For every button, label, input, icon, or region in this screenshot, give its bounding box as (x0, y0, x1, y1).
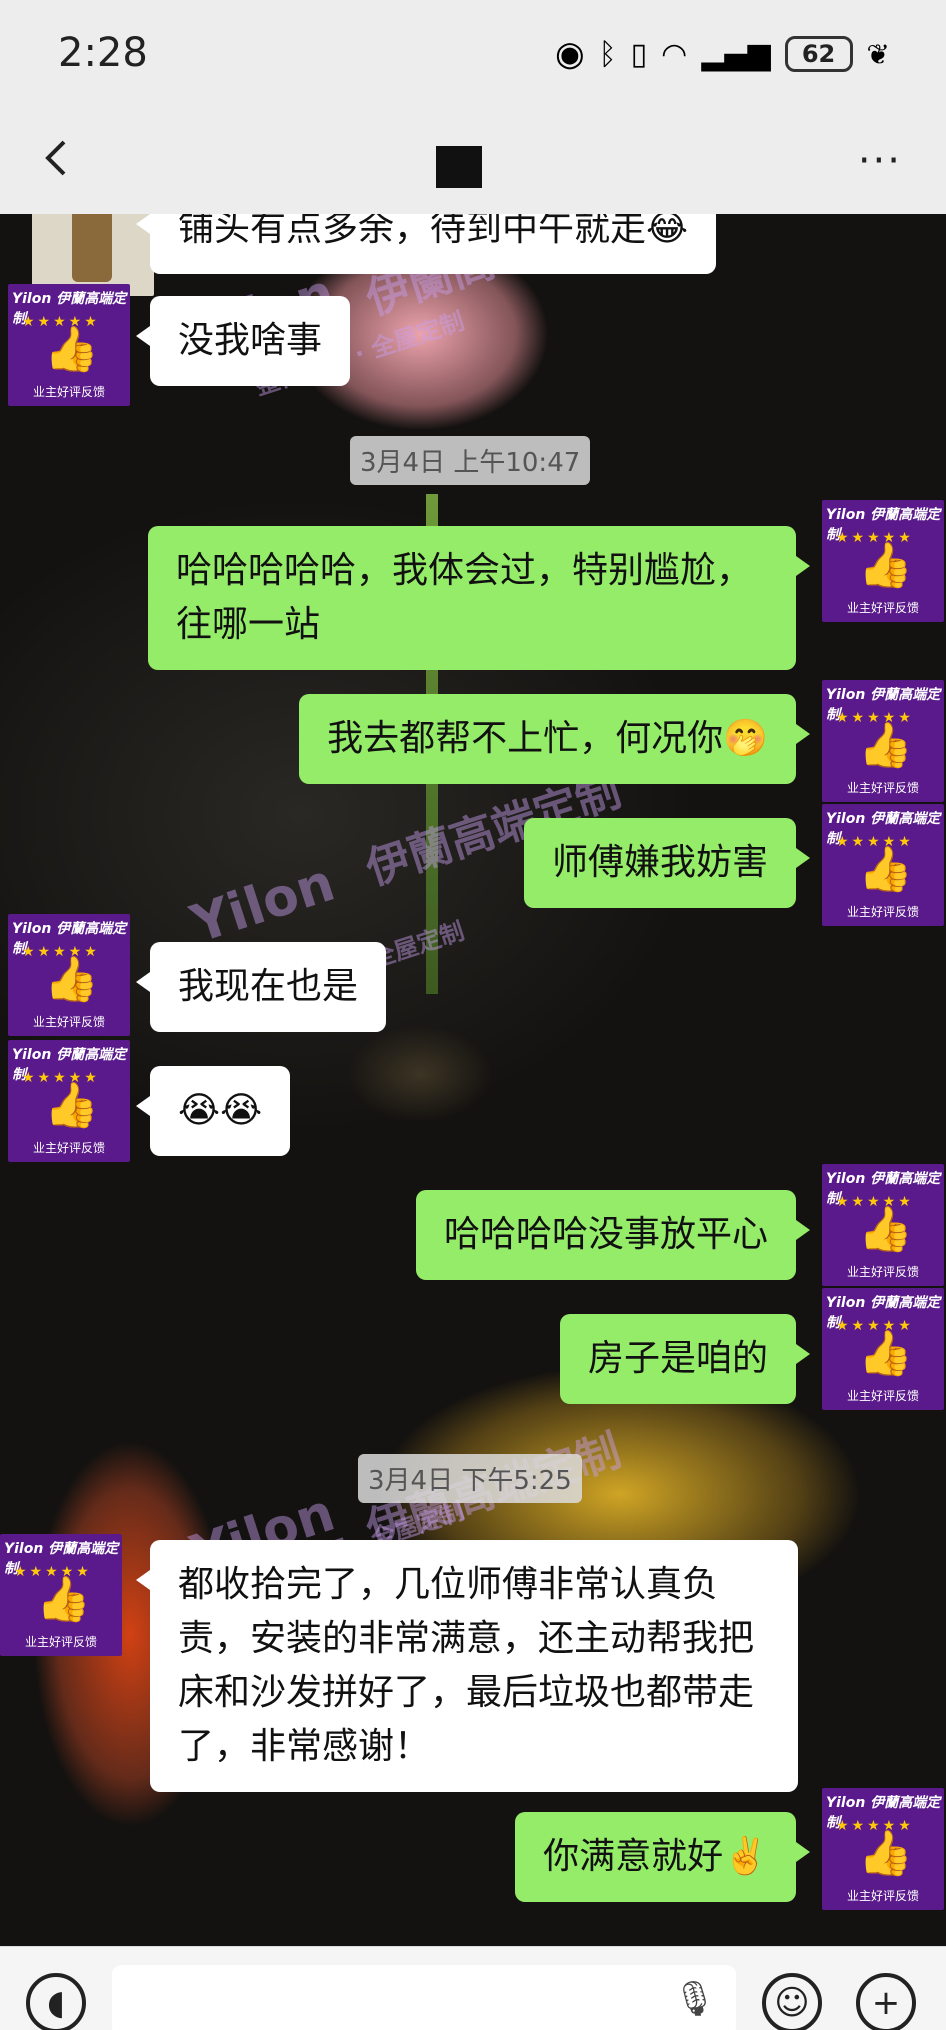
bluetooth-icon: ᛒ (598, 36, 617, 72)
thumbs-up-icon: 👍 (858, 1828, 913, 1879)
watermark: Yilon (184, 852, 342, 956)
timestamp: 3月4日 下午5:25 (358, 1454, 582, 1503)
message-bubble-out[interactable]: 哈哈哈哈没事放平心 (415, 1190, 811, 1280)
avatar[interactable]: Yilon 伊蘭高端定制 ★★★★★ 👍 业主好评反馈 (822, 804, 944, 926)
avatar-caption: 业主好评反馈 (32, 1015, 105, 1029)
battery-icon: 62 (784, 36, 853, 72)
avatar-caption: 业主好评反馈 (846, 1889, 919, 1903)
chat-header: ··· (0, 110, 946, 214)
person-figure (72, 214, 112, 282)
chat-title-redacted (436, 146, 482, 188)
eye-icon: ◉ (554, 34, 585, 74)
avatar-caption: 业主好评反馈 (24, 1635, 97, 1649)
message-bubble-in[interactable]: 都收拾完了，几位师傅非常认真负责，安装的非常满意，还主动帮我把床和沙发拼好了，最… (136, 1540, 798, 1792)
message-bubble-in[interactable]: 😭😭 (135, 1066, 291, 1156)
leaf-icon: ❦ (866, 37, 890, 71)
input-bar: ◖ 🎙 ☺ + (0, 1946, 946, 2030)
message-bubble-out[interactable]: 师傅嫌我妨害 (523, 818, 811, 908)
thumbs-up-icon: 👍 (44, 324, 99, 375)
avatar[interactable]: Yilon 伊蘭高端定制 ★★★★★ 👍 业主好评反馈 (822, 680, 944, 802)
avatar[interactable]: Yilon 伊蘭高端定制 ★★★★★ 👍 业主好评反馈 (8, 1040, 130, 1162)
thumbs-up-icon: 👍 (858, 1204, 913, 1255)
vibrate-icon: ▯ (630, 36, 648, 72)
status-icons: ◉ ᛒ ▯ ◠ ▂▄▆ 62 ❦ (555, 34, 890, 74)
plus-icon[interactable]: + (856, 1973, 916, 2030)
message-bubble-out[interactable]: 哈哈哈哈哈，我体会过，特别尴尬，往哪一站 (148, 526, 810, 670)
message-bubble-in[interactable]: 没我啥事 (135, 296, 351, 386)
status-bar: 2:28 ◉ ᛒ ▯ ◠ ▂▄▆ 62 ❦ (0, 0, 946, 110)
avatar[interactable]: Yilon 伊蘭高端定制 ★★★★★ 👍 业主好评反馈 (8, 914, 130, 1036)
thumbs-up-icon: 👍 (44, 954, 99, 1005)
thumbs-up-icon: 👍 (858, 720, 913, 771)
thumbs-up-icon: 👍 (36, 1574, 91, 1625)
avatar-caption: 业主好评反馈 (846, 1389, 919, 1403)
signal-icon: ▂▄▆ (701, 36, 771, 72)
more-options-icon[interactable]: ··· (858, 138, 902, 184)
message-input[interactable]: 🎙 (112, 1965, 736, 2030)
microphone-icon[interactable]: 🎙 (673, 1979, 716, 2019)
thumbs-up-icon: 👍 (858, 540, 913, 591)
avatar-caption: 业主好评反馈 (846, 601, 919, 615)
status-time: 2:28 (58, 30, 148, 76)
thumbs-up-icon: 👍 (44, 1080, 99, 1131)
message-bubble-out[interactable]: 我去都帮不上忙，何况你🤭 (299, 694, 810, 784)
avatar[interactable]: Yilon 伊蘭高端定制 ★★★★★ 👍 业主好评反馈 (822, 1164, 944, 1286)
back-icon[interactable] (38, 138, 78, 178)
chat-messages[interactable]: 伊蘭高端定制 Yilon 整体橱柜 · 全屋定制 伊蘭高端定制 Yilon 整体… (0, 214, 946, 1946)
thumbs-up-icon: 👍 (858, 1328, 913, 1379)
avatar-caption: 业主好评反馈 (846, 905, 919, 919)
avatar-caption: 业主好评反馈 (32, 1141, 105, 1155)
avatar[interactable]: Yilon 伊蘭高端定制 ★★★★★ 👍 业主好评反馈 (822, 500, 944, 622)
emoji-icon[interactable]: ☺ (762, 1973, 822, 2030)
wifi-icon: ◠ (661, 36, 688, 72)
message-bubble-in[interactable]: 我现在也是 (135, 942, 387, 1032)
avatar[interactable]: Yilon 伊蘭高端定制 ★★★★★ 👍 业主好评反馈 (822, 1288, 944, 1410)
message-bubble-out[interactable]: 房子是咱的 (559, 1314, 811, 1404)
timestamp: 3月4日 上午10:47 (350, 436, 591, 485)
thumbs-up-icon: 👍 (858, 844, 913, 895)
avatar-caption: 业主好评反馈 (32, 385, 105, 399)
avatar[interactable]: Yilon 伊蘭高端定制 ★★★★★ 👍 业主好评反馈 (822, 1788, 944, 1910)
message-bubble-out[interactable]: 你满意就好✌️ (515, 1812, 810, 1902)
message-bubble-in[interactable]: 铺头有点多余，待到中午就走😂 (135, 214, 717, 274)
avatar-caption: 业主好评反馈 (846, 1265, 919, 1279)
avatar[interactable]: Yilon 伊蘭高端定制 ★★★★★ 👍 业主好评反馈 (8, 284, 130, 406)
voice-icon[interactable]: ◖ (26, 1973, 86, 2030)
avatar[interactable]: Yilon 伊蘭高端定制 ★★★★★ 👍 业主好评反馈 (0, 1534, 122, 1656)
avatar-caption: 业主好评反馈 (846, 781, 919, 795)
